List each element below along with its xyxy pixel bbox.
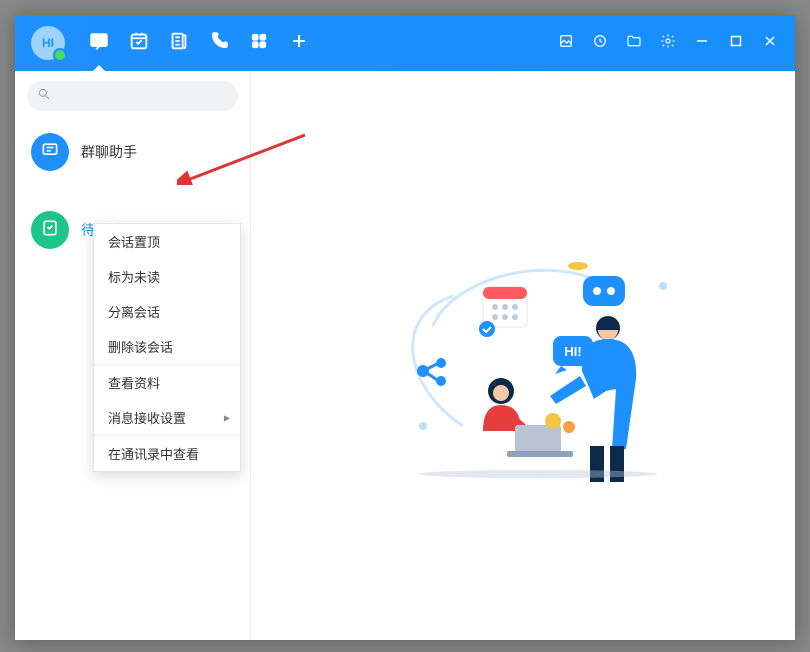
ctx-delete-conversation[interactable]: 删除该会话 [94,329,240,364]
calendar-icon [128,30,150,57]
apps-icon [249,31,269,56]
svg-text:HI!: HI! [94,35,104,44]
nav-news[interactable] [159,15,199,71]
phone-icon [209,31,229,56]
ctx-view-in-contacts[interactable]: 在通讯录中查看 [94,436,240,471]
window-maximize[interactable] [719,15,753,71]
conversation-avatar [31,133,69,171]
sidebar: 群聊助手 待办助手 会话置顶 标为未读 分离会话 删除该会话 [15,71,251,640]
folder-button[interactable] [617,15,651,71]
close-icon [764,34,776,52]
window-minimize[interactable] [685,15,719,71]
conversation-item[interactable]: 群聊助手 [15,121,250,183]
plus-icon [289,31,309,56]
settings-button[interactable] [651,15,685,71]
groupchat-icon [40,140,60,165]
maximize-icon [730,34,742,52]
ctx-message-settings[interactable]: 消息接收设置 [94,400,240,435]
window-close[interactable] [753,15,787,71]
context-menu: 会话置顶 标为未读 分离会话 删除该会话 查看资料 消息接收设置 在通讯录中查看 [93,223,241,472]
todo-icon [40,218,60,243]
minimize-icon [696,34,708,52]
avatar-label: HI [42,36,54,50]
body: 群聊助手 待办助手 会话置顶 标为未读 分离会话 删除该会话 [15,71,795,640]
folder-icon [626,33,642,54]
app-window: HI HI! [15,15,795,640]
ctx-view-profile[interactable]: 查看资料 [94,365,240,400]
main-empty-pane: HI! [251,71,795,640]
conversation-avatar [31,211,69,249]
screenshot-button[interactable] [549,15,583,71]
history-button[interactable] [583,15,617,71]
ctx-mark-unread[interactable]: 标为未读 [94,259,240,294]
nav-calendar[interactable] [119,15,159,71]
nav-chat[interactable]: HI! [79,15,119,71]
chat-icon: HI! [88,30,110,57]
nav-apps[interactable] [239,15,279,71]
search-input[interactable] [27,81,238,111]
svg-text:HI!: HI! [564,344,581,359]
newspaper-icon [168,30,190,57]
conversation-title: 群聊助手 [81,142,137,162]
gear-icon [660,33,676,54]
ctx-pin-conversation[interactable]: 会话置顶 [94,224,240,259]
search-wrap [15,71,250,121]
search-icon [37,87,51,106]
nav-add[interactable] [279,15,319,71]
empty-illustration: HI! [363,226,683,486]
history-icon [592,33,608,54]
nav-phone[interactable] [199,15,239,71]
ctx-detach-conversation[interactable]: 分离会话 [94,294,240,329]
capture-icon [558,33,574,54]
titlebar: HI HI! [15,15,795,71]
profile-avatar[interactable]: HI [31,26,65,60]
